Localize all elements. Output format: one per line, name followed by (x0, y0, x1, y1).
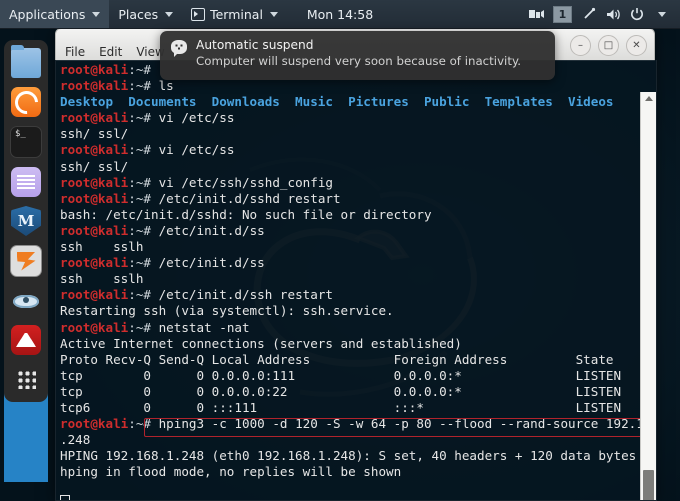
panel-clock[interactable]: Mon 14:58 (307, 7, 373, 22)
notification-text: Automatic suspend Computer will suspend … (196, 38, 521, 69)
chevron-up-icon (644, 96, 653, 101)
bluetooth-glyph (584, 7, 596, 19)
screencast-icon[interactable] (525, 3, 547, 25)
metasploit-icon[interactable] (11, 206, 41, 236)
window-controls[interactable]: – □ ✕ (570, 35, 647, 56)
notification-popup[interactable]: Automatic suspend Computer will suspend … (160, 31, 555, 80)
show-applications-icon[interactable] (11, 364, 41, 394)
terminal-icon (191, 7, 206, 21)
chevron-down-icon (658, 11, 666, 17)
wireshark-icon[interactable] (11, 286, 41, 316)
bluetooth-icon[interactable] (578, 3, 600, 25)
terminal-scrollbar[interactable] (640, 92, 656, 500)
notification-body: Computer will suspend very soon because … (196, 54, 522, 68)
minimize-button[interactable]: – (570, 35, 591, 56)
terminal-cursor (60, 495, 70, 500)
system-tray: 1 (525, 3, 680, 25)
burpsuite-icon[interactable] (10, 245, 42, 277)
notification-title: Automatic suspend (196, 38, 314, 52)
maximize-button[interactable]: □ (598, 35, 619, 56)
applications-menu-label: Applications (9, 6, 86, 22)
files-icon[interactable] (11, 45, 41, 78)
places-menu[interactable]: Places (109, 0, 182, 28)
armitage-icon[interactable] (11, 325, 41, 355)
speaker-glyph (606, 9, 620, 19)
applications-menu[interactable]: Applications (0, 0, 110, 28)
menu-bar[interactable]: File Edit View (65, 45, 165, 59)
chat-bubble-icon (171, 40, 187, 54)
text-editor-icon[interactable] (11, 167, 41, 197)
chevron-down-icon (165, 11, 174, 17)
top-panel: Applications Places Terminal Mon 14:58 1 (0, 0, 680, 29)
menu-file[interactable]: File (65, 45, 85, 59)
menu-edit[interactable]: Edit (99, 45, 122, 59)
terminal-icon[interactable] (10, 126, 42, 158)
close-button[interactable]: ✕ (626, 35, 647, 56)
workspace-indicator[interactable]: 1 (553, 5, 572, 23)
power-glyph (631, 8, 643, 21)
firefox-icon[interactable] (11, 87, 41, 117)
volume-icon[interactable] (602, 3, 624, 25)
terminal-window-menu-label: Terminal (210, 6, 263, 22)
terminal-output: root@kali:~# root@kali:~# ls Desktop Doc… (60, 62, 657, 480)
scrollbar-thumb[interactable] (643, 470, 654, 500)
scroll-up-button[interactable] (641, 92, 656, 105)
system-menu-caret[interactable] (650, 3, 672, 25)
chevron-down-icon (269, 11, 278, 17)
terminal-window: File Edit View – □ ✕ root@kali:~# root@k… (55, 28, 657, 501)
application-dock[interactable] (4, 40, 48, 402)
power-icon[interactable] (626, 3, 648, 25)
chevron-down-icon (92, 11, 101, 17)
terminal-window-menu[interactable]: Terminal (182, 0, 287, 28)
screencast-glyph (528, 10, 544, 18)
places-menu-label: Places (118, 6, 159, 22)
terminal-body[interactable]: root@kali:~# root@kali:~# ls Desktop Doc… (55, 60, 657, 501)
